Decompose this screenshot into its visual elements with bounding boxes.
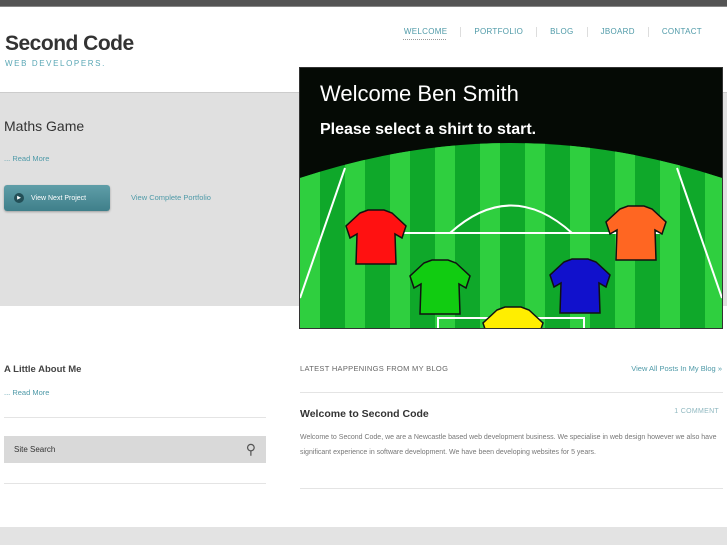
main-nav: WELCOME PORTFOLIO BLOG JBOARD CONTACT [404,27,715,37]
project-read-more-link[interactable]: ... Read More [4,154,49,163]
view-next-project-button[interactable]: ▶ View Next Project [4,185,110,211]
project-title: Maths Game [4,118,85,134]
search-label: Site Search [14,445,56,454]
view-portfolio-link[interactable]: View Complete Portfolio [131,193,211,202]
site-search-input[interactable]: Site Search ⚲ [4,436,266,463]
divider [300,488,723,489]
blog-heading: LATEST HAPPENINGS FROM MY BLOG [300,364,449,373]
nav-blog[interactable]: BLOG [536,27,586,37]
nav-jboard[interactable]: JBOARD [586,27,648,37]
site-tagline: WEB DEVELOPERS. [5,59,106,68]
search-icon[interactable]: ⚲ [246,441,256,458]
hero-image[interactable]: Welcome Ben Smith Please select a shirt … [299,67,723,362]
top-bar [0,0,727,7]
footer [0,527,727,545]
divider [4,417,266,418]
view-all-posts-link[interactable]: View All Posts In My Blog » [631,364,722,373]
nav-portfolio[interactable]: PORTFOLIO [460,27,536,37]
hero-subheading: Please select a shirt to start. [320,121,536,138]
football-pitch-illustration: Welcome Ben Smith Please select a shirt … [300,68,722,362]
nav-contact[interactable]: CONTACT [647,27,715,37]
play-icon: ▶ [14,193,24,203]
divider [300,392,723,393]
post-excerpt: Welcome to Second Code, we are a Newcast… [300,434,717,456]
button-label: View Next Project [31,194,87,202]
site-logo[interactable]: Second Code [5,32,134,56]
post-comments-link[interactable]: 1 COMMENT [674,408,719,415]
divider [4,483,266,484]
nav-welcome[interactable]: WELCOME [404,27,460,37]
about-read-more-link[interactable]: ... Read More [4,388,49,397]
about-title: A Little About Me [4,364,82,375]
hero-heading: Welcome Ben Smith [320,81,519,106]
post-title[interactable]: Welcome to Second Code [300,408,429,420]
